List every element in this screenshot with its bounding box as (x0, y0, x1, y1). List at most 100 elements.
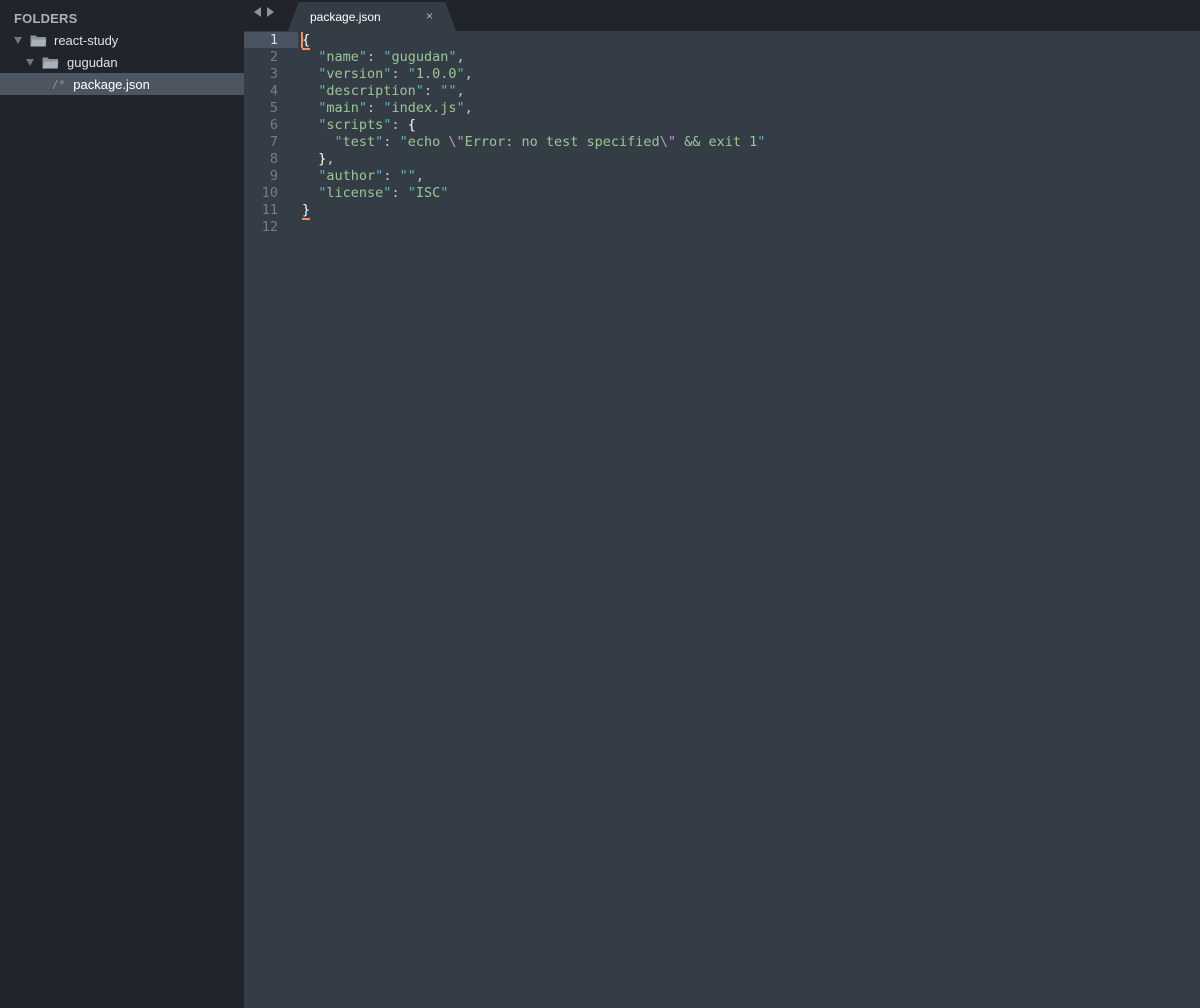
code-token: : (391, 66, 408, 82)
code-line[interactable]: 1{ (244, 32, 1200, 50)
line-number: 11 (261, 202, 278, 218)
code-line[interactable]: 7 "test": "echo \"Error: no test specifi… (244, 134, 1200, 151)
code-line[interactable]: 5 "main": "index.js", (244, 100, 1200, 117)
code-token: ISC (415, 185, 441, 201)
code-text: "author": "", (302, 168, 424, 185)
close-icon[interactable]: × (426, 9, 433, 23)
code-token: " (302, 117, 327, 133)
code-token: , (464, 100, 473, 116)
tree-label: package.json (73, 76, 150, 92)
code-token: " (302, 83, 327, 99)
code-text: } (302, 202, 311, 220)
tree-label: gugudan (67, 54, 118, 70)
code-token: "" (399, 168, 416, 184)
code-line[interactable]: 8 }, (244, 151, 1200, 168)
line-number: 12 (261, 219, 278, 235)
code-text: }, (302, 151, 335, 168)
text-cursor (301, 32, 303, 48)
code-token: " (302, 49, 327, 65)
code-token: , (456, 83, 465, 99)
sidebar: FOLDERS react-study gugudan /* package.j… (0, 0, 244, 1008)
tree-folder-gugudan[interactable]: gugudan (0, 51, 244, 73)
line-number: 9 (269, 168, 278, 184)
code-token: { (407, 117, 416, 133)
chevron-down-icon[interactable] (14, 36, 22, 44)
arrow-right-icon[interactable] (267, 7, 274, 17)
code-token: " (456, 100, 465, 116)
line-number: 3 (269, 66, 278, 82)
code-token: main (326, 100, 359, 116)
folder-open-icon (30, 34, 47, 47)
code-token: gugudan (391, 49, 449, 65)
line-number: 2 (269, 49, 278, 65)
line-number: 5 (269, 100, 278, 116)
code-line[interactable]: 11} (244, 202, 1200, 220)
code-token: \" (448, 134, 465, 150)
code-line[interactable]: 9 "author": "", (244, 168, 1200, 185)
chevron-down-icon[interactable] (26, 58, 34, 66)
tree-file-package-json[interactable]: /* package.json (0, 73, 244, 95)
code-token: : (367, 100, 384, 116)
code-token: " (757, 134, 766, 150)
code-token: , (415, 168, 424, 184)
code-token: version (326, 66, 384, 82)
code-token: && exit 1 (675, 134, 758, 150)
code-token: " (448, 49, 457, 65)
code-token: " (407, 66, 416, 82)
line-number: 1 (269, 32, 278, 48)
code-text: "license": "ISC" (302, 185, 448, 202)
code-token: : (423, 83, 441, 99)
code-token: , (456, 49, 465, 65)
code-line[interactable]: 3 "version": "1.0.0", (244, 66, 1200, 83)
line-number: 10 (261, 185, 278, 201)
code-text: "name": "gugudan", (302, 49, 465, 66)
line-number: 6 (269, 117, 278, 133)
code-token: { (302, 32, 311, 50)
code-line[interactable]: 10 "license": "ISC" (244, 185, 1200, 202)
code-token: " (302, 168, 327, 184)
code-line[interactable]: 12 (244, 219, 1200, 236)
code-text: "test": "echo \"Error: no test specified… (302, 134, 766, 151)
line-number: 4 (269, 83, 278, 99)
code-token: , (326, 151, 335, 167)
tab-navigation (254, 7, 274, 17)
code-token: : (391, 117, 408, 133)
json-file-icon: /* (52, 77, 66, 91)
code-token: } (302, 151, 327, 167)
code-token: "" (440, 83, 457, 99)
code-line[interactable]: 6 "scripts": { (244, 117, 1200, 134)
code-token: " (358, 100, 368, 116)
code-line[interactable]: 2 "name": "gugudan", (244, 49, 1200, 66)
code-token: " (302, 185, 327, 201)
code-token: author (326, 168, 376, 184)
code-text: "main": "index.js", (302, 100, 473, 117)
line-number: 7 (269, 134, 278, 150)
code-token: index.js (391, 100, 457, 116)
code-token: test (342, 134, 376, 150)
code-token: " (302, 134, 343, 150)
code-token: \" (659, 134, 676, 150)
code-token: : (391, 185, 408, 201)
tree-folder-react-study[interactable]: react-study (0, 29, 244, 51)
code-token: " (302, 100, 327, 116)
code-token: " (415, 83, 424, 99)
code-token: description (326, 83, 416, 99)
tab-bar: package.json × (244, 0, 1200, 31)
code-token: " (456, 66, 465, 82)
code-token: echo (407, 134, 449, 150)
code-token: , (464, 66, 473, 82)
code-line[interactable]: 4 "description": "", (244, 83, 1200, 100)
code-editor[interactable]: 1{2 "name": "gugudan", 3 "version": "1.0.… (244, 31, 1200, 1008)
code-token: " (399, 134, 408, 150)
code-token: : (367, 49, 384, 65)
code-token: Error: no test specified (464, 134, 660, 150)
code-token: name (326, 49, 359, 65)
arrow-left-icon[interactable] (254, 7, 261, 17)
tab-package-json[interactable]: package.json × (288, 2, 460, 31)
code-token: " (302, 66, 327, 82)
line-number: 8 (269, 151, 278, 167)
code-token: license (326, 185, 384, 201)
code-token: " (358, 49, 368, 65)
code-token: } (302, 202, 311, 220)
folders-header: FOLDERS (14, 11, 78, 26)
